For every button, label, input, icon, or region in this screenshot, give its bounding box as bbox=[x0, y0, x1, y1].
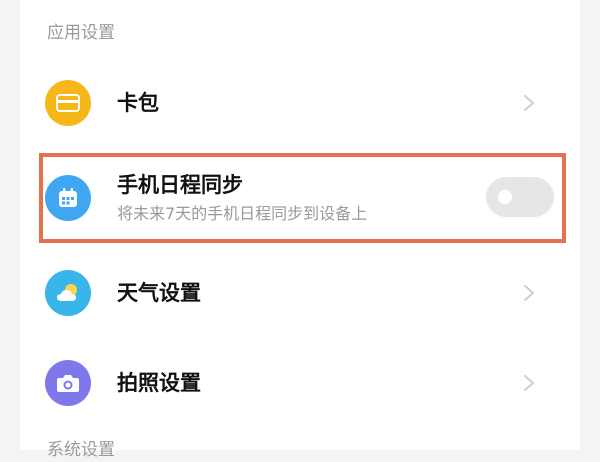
section-header-system-settings: 系统设置 bbox=[47, 440, 115, 460]
chevron-right-icon bbox=[522, 373, 536, 393]
section-header-app-settings: 应用设置 bbox=[47, 23, 115, 43]
card-icon bbox=[45, 80, 91, 126]
settings-row-card-wallet[interactable]: 卡包 bbox=[20, 58, 580, 148]
camera-icon bbox=[45, 360, 91, 406]
row-title: 拍照设置 bbox=[117, 371, 201, 395]
settings-row-camera[interactable]: 拍照设置 bbox=[20, 338, 580, 428]
settings-row-weather[interactable]: 天气设置 bbox=[20, 248, 580, 338]
chevron-right-icon bbox=[522, 283, 536, 303]
weather-icon bbox=[45, 270, 91, 316]
row-title: 天气设置 bbox=[117, 281, 201, 305]
chevron-right-icon bbox=[522, 93, 536, 113]
highlight-box bbox=[39, 153, 566, 243]
row-title: 卡包 bbox=[117, 91, 159, 115]
